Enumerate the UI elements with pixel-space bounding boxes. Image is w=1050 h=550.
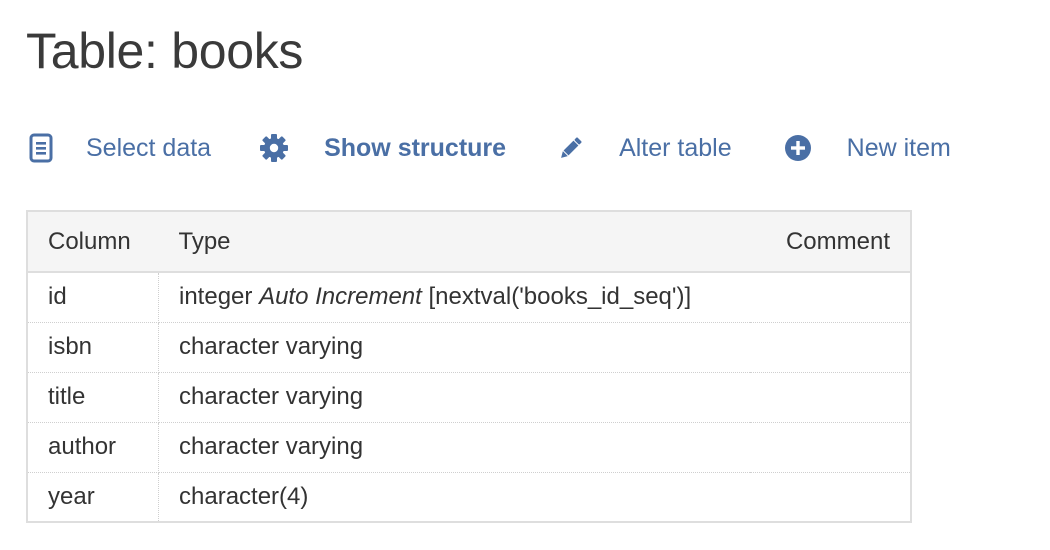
column-comment-cell — [749, 422, 911, 473]
type-name: character varying — [179, 383, 364, 410]
column-type-cell: character varying — [158, 422, 750, 473]
table-toolbar: Select data Show structure Alter table N… — [26, 126, 951, 170]
new-item-link[interactable]: New item — [783, 126, 951, 170]
column-type-cell: integer Auto Increment [nextval('books_i… — [158, 272, 750, 323]
alter-table-link[interactable]: Alter table — [556, 126, 732, 170]
column-comment-cell — [749, 272, 911, 323]
table-header-row: Column Type Comment — [27, 211, 911, 273]
table-row: title character varying — [27, 372, 911, 423]
table-row: year character(4) — [27, 472, 911, 522]
column-comment-cell — [750, 472, 911, 522]
type-extra: Auto Increment — [259, 283, 422, 311]
show-structure-link[interactable]: Show structure — [259, 126, 506, 170]
column-name-cell: year — [27, 472, 159, 522]
table-row: id integer Auto Increment [nextval('book… — [27, 272, 911, 323]
page-title: Table: books — [26, 23, 304, 79]
plus-circle-icon — [783, 132, 813, 164]
type-name: character varying — [179, 333, 364, 360]
column-comment-cell — [749, 372, 911, 423]
type-name: character varying — [179, 433, 364, 460]
column-header: Column — [27, 211, 159, 273]
type-name: integer — [179, 283, 253, 311]
type-header: Type — [158, 211, 750, 273]
comment-header: Comment — [749, 211, 911, 273]
select-data-link[interactable]: Select data — [26, 126, 211, 170]
column-name-cell: isbn — [27, 322, 159, 373]
document-list-icon — [26, 132, 56, 164]
select-data-label: Select data — [86, 133, 212, 162]
pencil-icon — [556, 132, 586, 164]
column-name-cell: id — [27, 272, 159, 323]
type-default: [nextval('books_id_seq')] — [428, 283, 692, 311]
column-type-cell: character(4) — [159, 472, 750, 522]
gear-icon — [259, 132, 289, 164]
column-name-cell: author — [27, 422, 159, 473]
type-name: character(4) — [179, 482, 309, 510]
column-comment-cell — [749, 322, 911, 373]
table-row: author character varying — [27, 422, 911, 473]
column-type-cell: character varying — [158, 372, 750, 423]
structure-table: Column Type Comment id integer Auto Incr… — [26, 210, 912, 523]
column-type-cell: character varying — [158, 322, 750, 373]
alter-table-label: Alter table — [619, 133, 732, 162]
table-row: isbn character varying — [27, 322, 911, 373]
column-name-cell: title — [27, 372, 159, 423]
new-item-label: New item — [846, 133, 951, 162]
show-structure-label: Show structure — [324, 133, 507, 162]
